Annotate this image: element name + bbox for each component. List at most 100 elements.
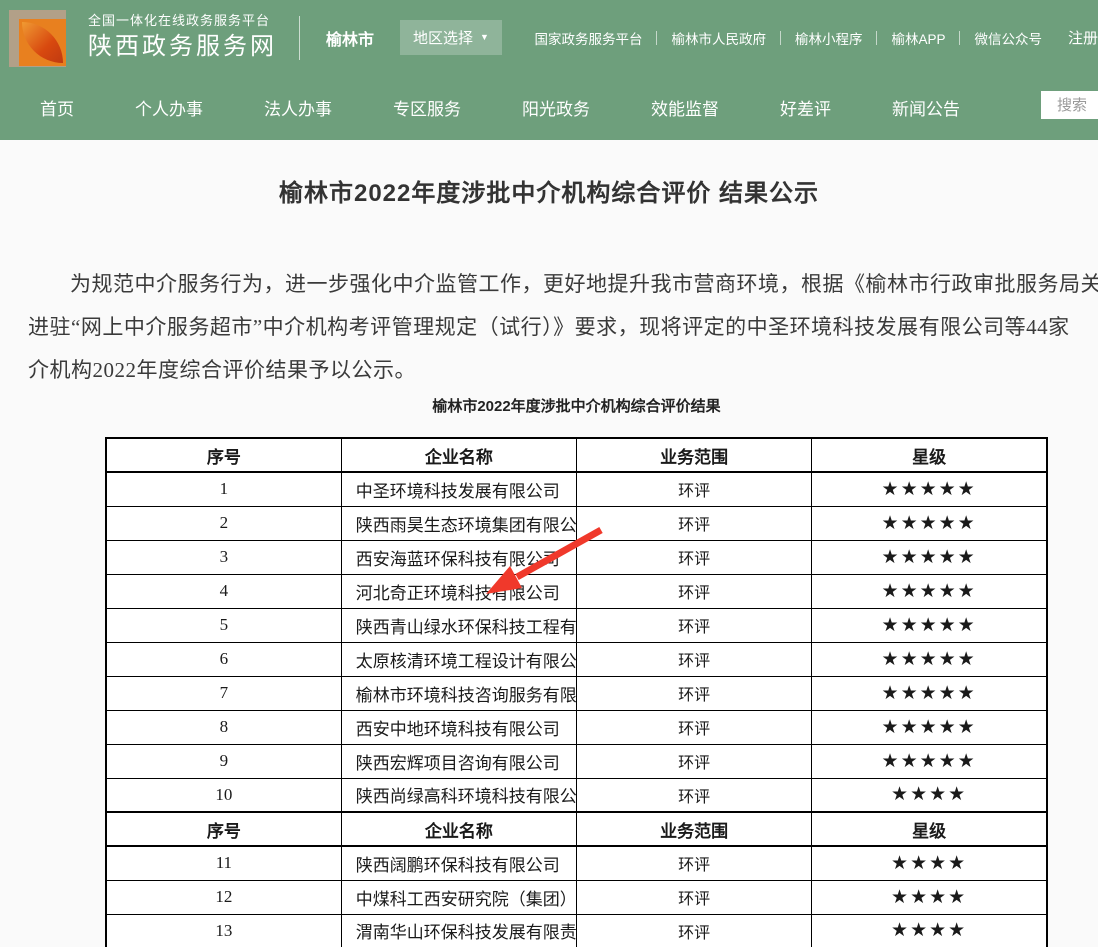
table-row: 12中煤科工西安研究院（集团）有限公司环评★★★★: [106, 880, 1047, 914]
cell-scope: 环评: [577, 540, 812, 574]
link-separator: [876, 31, 877, 45]
cell-scope: 环评: [577, 676, 812, 710]
table-header-cell: 星级: [812, 812, 1047, 846]
table-row: 5陕西青山绿水环保科技工程有限公司环评★★★★★: [106, 608, 1047, 642]
cell-company: 西安海蓝环保科技有限公司: [341, 540, 576, 574]
page-title: 榆林市2022年度涉批中介机构综合评价 结果公示: [0, 173, 1098, 208]
table-row: 10陕西尚绿高科环境科技有限公司环评★★★★: [106, 778, 1047, 812]
cell-company: 陕西雨昊生态环境集团有限公司: [341, 506, 576, 540]
cell-scope: 环评: [577, 710, 812, 744]
cell-stars: ★★★★★: [812, 472, 1047, 506]
table-row: 4河北奇正环境科技有限公司环评★★★★★: [106, 574, 1047, 608]
cell-stars: ★★★★★: [812, 744, 1047, 778]
table-header-cell: 企业名称: [341, 438, 576, 472]
link-separator: [959, 31, 960, 45]
cell-stars: ★★★★★: [812, 710, 1047, 744]
cell-scope: 环评: [577, 744, 812, 778]
cell-stars: ★★★★: [812, 914, 1047, 947]
header-link-0[interactable]: 国家政务服务平台: [534, 28, 642, 48]
header-link-2[interactable]: 榆林小程序: [795, 28, 863, 48]
table-header-cell: 业务范围: [577, 812, 812, 846]
region-select-button[interactable]: 地区选择 ▼: [400, 20, 502, 55]
header-link-1[interactable]: 榆林市人民政府: [671, 28, 766, 48]
link-separator: [656, 31, 657, 45]
cell-no: 3: [106, 540, 341, 574]
cell-no: 4: [106, 574, 341, 608]
table-header-cell: 企业名称: [341, 812, 576, 846]
cell-scope: 环评: [577, 778, 812, 812]
cell-no: 8: [106, 710, 341, 744]
paragraph-line: 介机构2022年度综合评价结果予以公示。: [28, 349, 1098, 392]
cell-no: 2: [106, 506, 341, 540]
cell-no: 7: [106, 676, 341, 710]
header-link-4[interactable]: 微信公众号: [974, 28, 1042, 48]
table-header-row: 序号企业名称业务范围星级: [106, 812, 1047, 846]
cell-company: 河北奇正环境科技有限公司: [341, 574, 576, 608]
cell-no: 10: [106, 778, 341, 812]
cell-stars: ★★★★: [812, 778, 1047, 812]
announcement-paragraph: 为规范中介服务行为，进一步强化中介监管工作，更好地提升我市营商环境，根据《榆林市…: [0, 263, 1098, 392]
table-header-cell: 星级: [812, 438, 1047, 472]
link-separator: [780, 31, 781, 45]
region-select-label: 地区选择: [413, 27, 473, 48]
cell-scope: 环评: [577, 880, 812, 914]
cell-stars: ★★★★★: [812, 574, 1047, 608]
cell-company: 中圣环境科技发展有限公司: [341, 472, 576, 506]
cell-company: 陕西宏辉项目咨询有限公司: [341, 744, 576, 778]
table-header-row: 序号企业名称业务范围星级: [106, 438, 1047, 472]
site-header: 全国一体化在线政务服务平台 陕西政务服务网 榆林市 地区选择 ▼ 国家政务服务平…: [0, 0, 1098, 75]
table-row: 6太原核清环境工程设计有限公司环评★★★★★: [106, 642, 1047, 676]
nav-item-2[interactable]: 法人办事: [264, 95, 332, 120]
table-row: 7榆林市环境科技咨询服务有限公司环评★★★★★: [106, 676, 1047, 710]
paragraph-line: 进驻“网上中介服务超市”中介机构考评管理规定（试行）》要求，现将评定的中圣环境科…: [28, 306, 1098, 349]
table-row: 9陕西宏辉项目咨询有限公司环评★★★★★: [106, 744, 1047, 778]
results-table-body: 序号企业名称业务范围星级1中圣环境科技发展有限公司环评★★★★★2陕西雨昊生态环…: [106, 438, 1047, 947]
table-caption: 榆林市2022年度涉批中介机构综合评价结果: [0, 395, 1098, 416]
cell-stars: ★★★★★: [812, 642, 1047, 676]
cell-no: 6: [106, 642, 341, 676]
cell-no: 5: [106, 608, 341, 642]
cell-company: 西安中地环境科技有限公司: [341, 710, 576, 744]
table-header-cell: 序号: [106, 812, 341, 846]
table-row: 8西安中地环境科技有限公司环评★★★★★: [106, 710, 1047, 744]
site-logo-icon[interactable]: [6, 6, 76, 70]
cell-scope: 环评: [577, 472, 812, 506]
cell-company: 陕西阔鹏环保科技有限公司: [341, 846, 576, 880]
current-city-label: 榆林市: [326, 26, 374, 50]
cell-stars: ★★★★: [812, 880, 1047, 914]
site-name: 陕西政务服务网: [88, 32, 277, 62]
site-logo-text[interactable]: 全国一体化在线政务服务平台 陕西政务服务网: [88, 13, 277, 62]
cell-scope: 环评: [577, 642, 812, 676]
nav-item-1[interactable]: 个人办事: [135, 95, 203, 120]
header-link-3[interactable]: 榆林APP: [891, 28, 945, 48]
cell-company: 渭南华山环保科技发展有限责任公司: [341, 914, 576, 947]
results-table: 序号企业名称业务范围星级1中圣环境科技发展有限公司环评★★★★★2陕西雨昊生态环…: [105, 437, 1048, 947]
cell-no: 13: [106, 914, 341, 947]
nav-item-5[interactable]: 效能监督: [651, 95, 719, 120]
nav-item-6[interactable]: 好差评: [780, 95, 831, 120]
cell-company: 中煤科工西安研究院（集团）有限公司: [341, 880, 576, 914]
platform-tagline: 全国一体化在线政务服务平台: [88, 13, 277, 29]
cell-stars: ★★★★★: [812, 506, 1047, 540]
cell-company: 太原核清环境工程设计有限公司: [341, 642, 576, 676]
cell-stars: ★★★★★: [812, 540, 1047, 574]
search-input[interactable]: [1041, 91, 1098, 119]
cell-scope: 环评: [577, 506, 812, 540]
register-link[interactable]: 注册: [1068, 27, 1098, 48]
cell-company: 陕西青山绿水环保科技工程有限公司: [341, 608, 576, 642]
table-row: 2陕西雨昊生态环境集团有限公司环评★★★★★: [106, 506, 1047, 540]
nav-item-4[interactable]: 阳光政务: [522, 95, 590, 120]
nav-item-3[interactable]: 专区服务: [393, 95, 461, 120]
nav-item-0[interactable]: 首页: [40, 95, 74, 120]
cell-no: 12: [106, 880, 341, 914]
table-row: 1中圣环境科技发展有限公司环评★★★★★: [106, 472, 1047, 506]
cell-stars: ★★★★★: [812, 676, 1047, 710]
cell-scope: 环评: [577, 574, 812, 608]
paragraph-line: 为规范中介服务行为，进一步强化中介监管工作，更好地提升我市营商环境，根据《榆林市…: [28, 263, 1098, 306]
nav-item-7[interactable]: 新闻公告: [892, 95, 960, 120]
cell-scope: 环评: [577, 914, 812, 947]
cell-scope: 环评: [577, 608, 812, 642]
cell-no: 11: [106, 846, 341, 880]
table-header-cell: 业务范围: [577, 438, 812, 472]
table-row: 3西安海蓝环保科技有限公司环评★★★★★: [106, 540, 1047, 574]
